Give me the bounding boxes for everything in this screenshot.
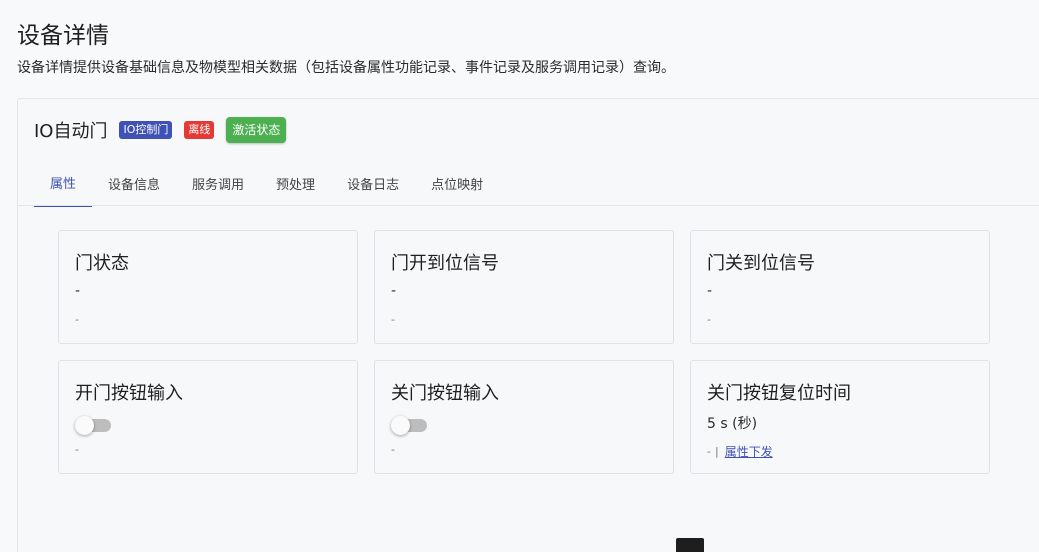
property-value: - — [391, 283, 397, 299]
tab-properties[interactable]: 属性 — [34, 159, 93, 207]
device-name: IO自动门 — [34, 121, 108, 142]
tabs-divider — [18, 205, 1039, 206]
property-footer: - — [391, 443, 395, 456]
property-card-close-button-reset-time: 关门按钮复位时间 5 s (秒) - | 属性下发 — [690, 360, 990, 474]
property-value: - — [75, 283, 81, 299]
property-dispatch-link[interactable]: 属性下发 — [725, 443, 773, 460]
property-update-time: - — [391, 443, 395, 456]
property-update-time: - — [707, 313, 711, 326]
property-card-close-button-input: 关门按钮输入 - — [374, 360, 674, 474]
device-header: IO自动门 IO控制门 离线 激活状态 — [34, 117, 298, 143]
property-footer: - — [391, 313, 395, 326]
page-description: 设备详情提供设备基础信息及物模型相关数据（包括设备属性功能记录、事件记录及服务调… — [17, 60, 675, 76]
toggle-thumb — [391, 416, 410, 435]
property-name: 门关到位信号 — [707, 253, 815, 274]
property-update-time: - — [707, 445, 711, 458]
property-update-time: - — [391, 313, 395, 326]
property-card-door-status: 门状态 - - — [58, 230, 358, 344]
tab-bar: 属性 设备信息 服务调用 预处理 设备日志 点位映射 — [34, 159, 499, 207]
property-value: 5 s (秒) — [707, 416, 758, 432]
property-value: - — [707, 283, 713, 299]
property-name: 门开到位信号 — [391, 253, 499, 274]
page-title: 设备详情 — [17, 23, 109, 49]
footer-separator: | — [714, 445, 719, 458]
property-name: 门状态 — [75, 253, 129, 274]
property-footer: - | 属性下发 — [707, 443, 773, 460]
property-card-door-close-signal: 门关到位信号 - - — [690, 230, 990, 344]
tab-device-log[interactable]: 设备日志 — [331, 159, 415, 207]
tab-point-mapping[interactable]: 点位映射 — [415, 159, 499, 207]
device-detail-card: IO自动门 IO控制门 离线 激活状态 属性 设备信息 服务调用 预处理 设备日… — [17, 98, 1039, 552]
property-update-time: - — [75, 443, 79, 456]
property-update-time: - — [75, 313, 79, 326]
open-button-input-toggle[interactable] — [75, 415, 111, 435]
floating-handle[interactable] — [676, 538, 704, 552]
property-footer: - — [75, 443, 79, 456]
tab-device-info[interactable]: 设备信息 — [92, 159, 176, 207]
toggle-thumb — [75, 416, 94, 435]
device-type-chip: IO控制门 — [119, 121, 173, 139]
property-name: 关门按钮输入 — [391, 383, 499, 404]
property-name: 关门按钮复位时间 — [707, 383, 851, 404]
property-card-door-open-signal: 门开到位信号 - - — [374, 230, 674, 344]
tab-preprocessing[interactable]: 预处理 — [260, 159, 331, 207]
tab-service-call[interactable]: 服务调用 — [176, 159, 260, 207]
offline-status-chip: 离线 — [184, 121, 215, 139]
property-footer: - — [707, 313, 711, 326]
activation-status-chip: 激活状态 — [226, 117, 287, 143]
property-footer: - — [75, 313, 79, 326]
property-name: 开门按钮输入 — [75, 383, 183, 404]
property-card-open-button-input: 开门按钮输入 - — [58, 360, 358, 474]
close-button-input-toggle[interactable] — [391, 415, 427, 435]
